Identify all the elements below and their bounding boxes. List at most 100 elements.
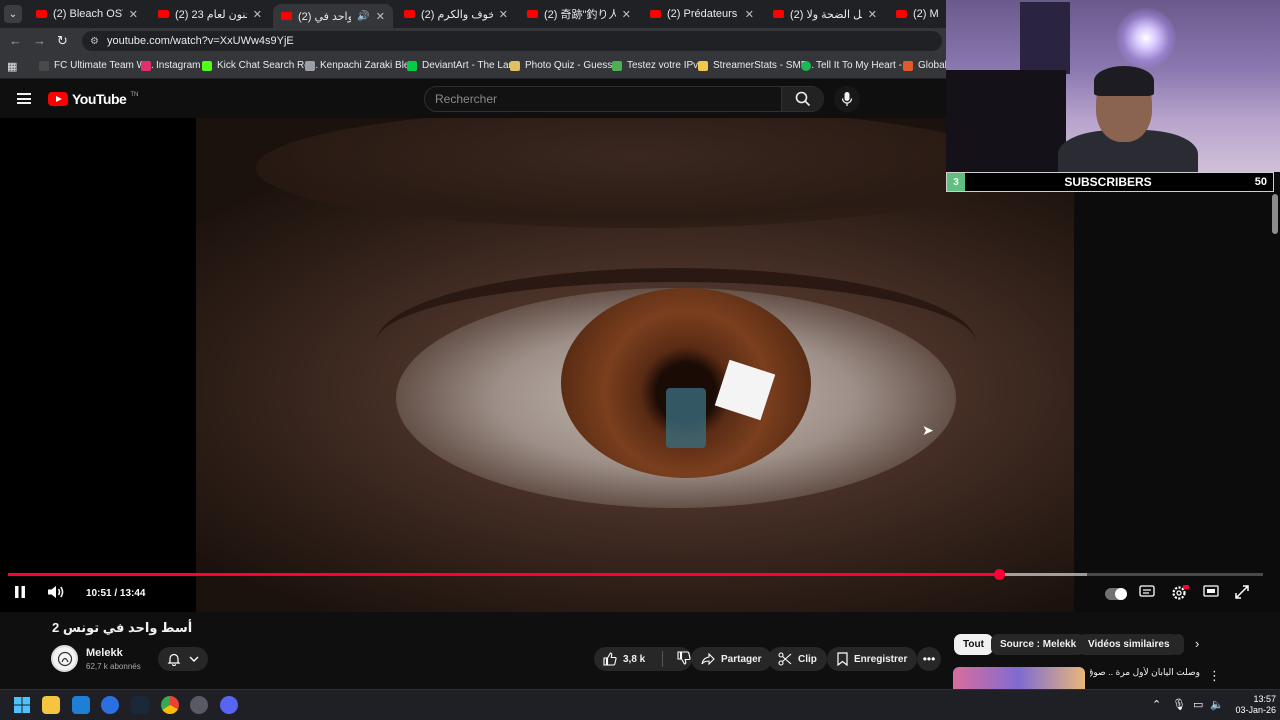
close-tab-icon[interactable]: ✕ [868,8,877,21]
close-tab-icon[interactable]: ✕ [622,8,631,21]
video-frame[interactable] [196,118,1074,612]
bookmark-item[interactable]: Photo Quiz - Guess... [510,60,621,71]
subtitles-button[interactable] [1139,585,1155,597]
close-tab-icon[interactable]: ✕ [745,8,754,21]
taskbar-clock[interactable]: 13:57 03-Jan-26 [1226,694,1276,716]
bookmark-label: DeviantArt - The Lar... [422,60,520,71]
tray-overflow-icon[interactable]: ⌃ [1152,698,1161,711]
tab-search-button[interactable]: ⌄ [4,5,22,23]
voice-search-button[interactable] [834,86,860,112]
browser-tab[interactable]: (2) Prédateurs qui règ ✕ [642,4,762,24]
youtube-favicon-icon [404,10,415,18]
settings-button[interactable] [1171,585,1189,601]
thumbs-up-icon [603,652,617,666]
subscription-bell-button[interactable] [158,647,208,671]
bookmark-item[interactable]: DeviantArt - The Lar... [407,60,520,71]
tray-volume-icon[interactable]: 🔈 [1210,698,1224,711]
more-actions-button[interactable]: ••• [917,647,941,671]
pause-button[interactable] [13,585,27,599]
chip-similar-videos[interactable]: Vidéos similaires [1079,634,1179,655]
page-scrollbar[interactable] [1272,194,1278,234]
youtube-logo[interactable]: YouTube TN [48,91,138,107]
bookmark-item[interactable]: Kenpachi Zaraki Ble... [305,60,418,71]
close-tab-icon[interactable]: ✕ [376,10,385,23]
bookmark-favicon-icon [39,60,49,71]
clip-label: Clip [798,653,817,665]
address-bar[interactable]: ⚙ youtube.com/watch?v=XxUWw4s9YjE [82,31,942,51]
search-button[interactable] [781,87,824,111]
outlook-icon[interactable] [72,696,90,714]
bookmark-icon [837,652,848,666]
browser-tab[interactable]: (2) 奇跡"釣り人の撮れ ✕ [519,4,639,24]
more-vertical-icon[interactable]: ⋮ [1208,668,1221,684]
reload-icon[interactable]: ↻ [57,33,68,49]
instagram-icon [141,60,151,71]
browser-tab[interactable]: (2) 23 خبر مجنون لعام ✕ [150,4,270,24]
browser-tab[interactable]: (2) Meiji G [888,4,946,24]
miniplayer-icon [1203,585,1219,597]
microphone-icon [841,92,853,106]
channel-name[interactable]: Melekk [86,647,123,659]
browser-tab[interactable]: (2) تستاهل الضحة ولا ✕ [765,4,885,24]
chevron-right-icon[interactable]: › [1195,636,1199,651]
browser-tab[interactable]: (2) Bleach OST 1 - Tra ✕ [28,4,146,24]
close-tab-icon[interactable]: ✕ [499,8,508,21]
channel-avatar[interactable] [51,645,78,672]
share-button[interactable]: Partager [691,647,772,671]
clip-button[interactable]: Clip [768,647,827,671]
obs-icon[interactable] [190,696,208,714]
autoplay-toggle[interactable] [1105,588,1127,600]
back-arrow-icon[interactable]: ← [9,33,22,48]
volume-button[interactable] [47,585,65,599]
like-button[interactable]: 3,8 k [594,652,656,666]
vpn-app-icon[interactable] [101,696,119,714]
chrome-icon[interactable] [161,696,179,714]
bookmark-item[interactable]: Tell It To My Heart -... [801,60,910,71]
chip-partial[interactable] [1172,634,1184,655]
tab-title: (2) Bleach OST 1 - Tra [53,8,123,20]
bookmark-item[interactable]: StreamerStats - SMF... [698,60,814,71]
recommended-thumbnail[interactable] [953,667,1085,689]
discord-icon[interactable] [220,696,238,714]
windows-start-icon[interactable] [13,696,31,714]
bookmark-item[interactable]: FC Ultimate Team W... [39,60,154,71]
search-input[interactable] [425,87,781,111]
video-player[interactable]: ➤ 10:51 / 13:44 [0,118,1280,612]
apps-grid-icon[interactable]: ▦ [7,60,17,73]
chip-all[interactable]: Tout [954,634,993,655]
miniplayer-button[interactable] [1203,585,1219,597]
close-tab-icon[interactable]: ✕ [253,8,262,21]
windows-taskbar: ⌃ 🎙 ▭ 🔈 13:57 03-Jan-26 [0,689,1280,720]
share-label: Partager [721,653,762,665]
youtube-favicon-icon [527,10,538,18]
bookmark-favicon-icon [510,60,520,71]
like-dislike-group: 3,8 k [594,647,692,671]
browser-tab-active[interactable]: (2) أسط واحد في 🔊 ✕ [273,4,393,28]
tray-network-icon[interactable]: ▭ [1193,698,1203,711]
browser-tab[interactable]: (2) بين الخوف والكرم ✕ [396,4,516,24]
progress-bar[interactable] [8,569,1263,580]
pause-icon [15,586,25,598]
fullscreen-button[interactable] [1235,585,1249,599]
forward-arrow-icon[interactable]: → [33,33,46,48]
bookmark-item[interactable]: Instagram [141,60,200,71]
youtube-favicon-icon [158,10,169,18]
recommended-title[interactable]: وصلت اليابان لأول مرة .. صوق و [1090,667,1200,678]
bookmark-favicon-icon [305,60,315,71]
audio-playing-icon[interactable]: 🔊 [357,11,369,22]
chip-source-channel[interactable]: Source : Melekk [991,634,1086,655]
steam-icon[interactable] [131,696,149,714]
bookmark-item[interactable]: Kick Chat Search Re... [202,60,318,71]
save-button[interactable]: Enregistrer [827,647,918,671]
like-count: 3,8 k [623,653,646,665]
dislike-button[interactable] [669,650,691,668]
file-explorer-icon[interactable] [42,696,60,714]
bookmark-label: Instagram [156,60,201,71]
bookmark-item[interactable]: Testez votre IPv6. [612,60,706,71]
site-info-icon[interactable]: ⚙ [90,36,99,47]
youtube-favicon-icon [650,10,661,18]
menu-icon[interactable] [17,93,31,104]
close-tab-icon[interactable]: ✕ [129,8,138,21]
chevron-down-icon [189,656,199,662]
tray-mic-icon[interactable]: 🎙 [1172,698,1186,711]
